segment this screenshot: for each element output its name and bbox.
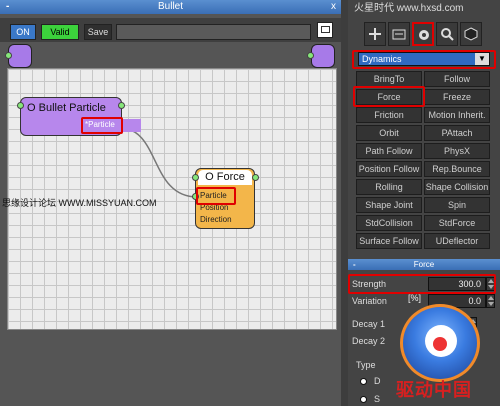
operator-button-friction[interactable]: Friction bbox=[356, 107, 422, 123]
brand-logo-text: 驱动中国 bbox=[396, 380, 472, 401]
particle-output-highlight bbox=[81, 117, 123, 134]
decay1-label: Decay 1 bbox=[352, 319, 386, 329]
force-node-right-dot[interactable] bbox=[252, 174, 259, 181]
type-option-2-label: S bbox=[374, 394, 381, 404]
operator-button-stdcollision[interactable]: StdCollision bbox=[356, 215, 422, 231]
operator-button-orbit[interactable]: Orbit bbox=[356, 125, 422, 141]
variation-label: Variation bbox=[352, 296, 387, 306]
dropdown-highlight bbox=[352, 50, 496, 69]
operator-button-spin[interactable]: Spin bbox=[424, 197, 490, 213]
force-particle-highlight bbox=[196, 187, 236, 205]
operator-button-follow[interactable]: Follow bbox=[424, 71, 490, 87]
operator-button-physx[interactable]: PhysX bbox=[424, 143, 490, 159]
site-logo-watermark: 火星时代 www.hxsd.com bbox=[354, 3, 464, 14]
panel-tab-icons bbox=[356, 22, 496, 46]
force-rollout-header[interactable]: - Force bbox=[348, 259, 500, 270]
create-tab-icon[interactable] bbox=[364, 22, 386, 46]
variation-spinner[interactable] bbox=[486, 294, 495, 308]
force-input-direction[interactable]: Direction bbox=[200, 214, 232, 225]
operator-button-stdforce[interactable]: StdForce bbox=[424, 215, 490, 231]
operator-button-shape-collision[interactable]: Shape Collision bbox=[424, 179, 490, 195]
type-label: Type bbox=[356, 360, 376, 370]
operator-button-rolling[interactable]: Rolling bbox=[356, 179, 422, 195]
type-option-1-label: D bbox=[374, 376, 381, 386]
forum-watermark: 思缘设计论坛 WWW.MISSYUAN.COM bbox=[2, 198, 157, 208]
modify-tab-icon[interactable] bbox=[388, 22, 410, 46]
hierarchy-tab-icon[interactable] bbox=[460, 22, 482, 46]
operator-button-bringto[interactable]: BringTo bbox=[356, 71, 422, 87]
operator-button-freeze[interactable]: Freeze bbox=[424, 89, 490, 105]
brand-logo-badge bbox=[400, 304, 480, 382]
force-button-highlight bbox=[353, 86, 425, 107]
strength-highlight bbox=[348, 274, 496, 294]
operator-button-surface-follow[interactable]: Surface Follow bbox=[356, 233, 422, 249]
force-node-title: O Force bbox=[198, 170, 252, 185]
operator-button-pattach[interactable]: PAttach bbox=[424, 125, 490, 141]
node-editor-window: - Bullet x ON Valid Save O Bullet Partic… bbox=[0, 0, 341, 406]
operator-button-path-follow[interactable]: Path Follow bbox=[356, 143, 422, 159]
force-node-left-dot[interactable] bbox=[192, 174, 199, 181]
display-tab-icon[interactable] bbox=[436, 22, 458, 46]
operator-button-motion-inherit[interactable]: Motion Inherit. bbox=[424, 107, 490, 123]
operator-button-position-follow[interactable]: Position Follow bbox=[356, 161, 422, 177]
type-radio-1[interactable] bbox=[360, 378, 367, 385]
operator-button-udeflector[interactable]: UDeflector bbox=[424, 233, 490, 249]
type-radio-2[interactable] bbox=[360, 396, 367, 403]
operator-button-shape-joint[interactable]: Shape Joint bbox=[356, 197, 422, 213]
variation-unit-label: [%] bbox=[408, 293, 422, 303]
bullet-node-right-dot[interactable] bbox=[118, 102, 125, 109]
decay2-label: Decay 2 bbox=[352, 336, 386, 346]
operator-button-rep-bounce[interactable]: Rep.Bounce bbox=[424, 161, 490, 177]
rollout-collapse-toggle[interactable]: - bbox=[353, 259, 356, 270]
utility-gear-icon[interactable] bbox=[412, 22, 434, 46]
bullet-node-title: O Bullet Particle bbox=[27, 102, 106, 114]
force-rollout-title: Force bbox=[413, 260, 435, 269]
bullet-node-left-dot[interactable] bbox=[17, 102, 24, 109]
